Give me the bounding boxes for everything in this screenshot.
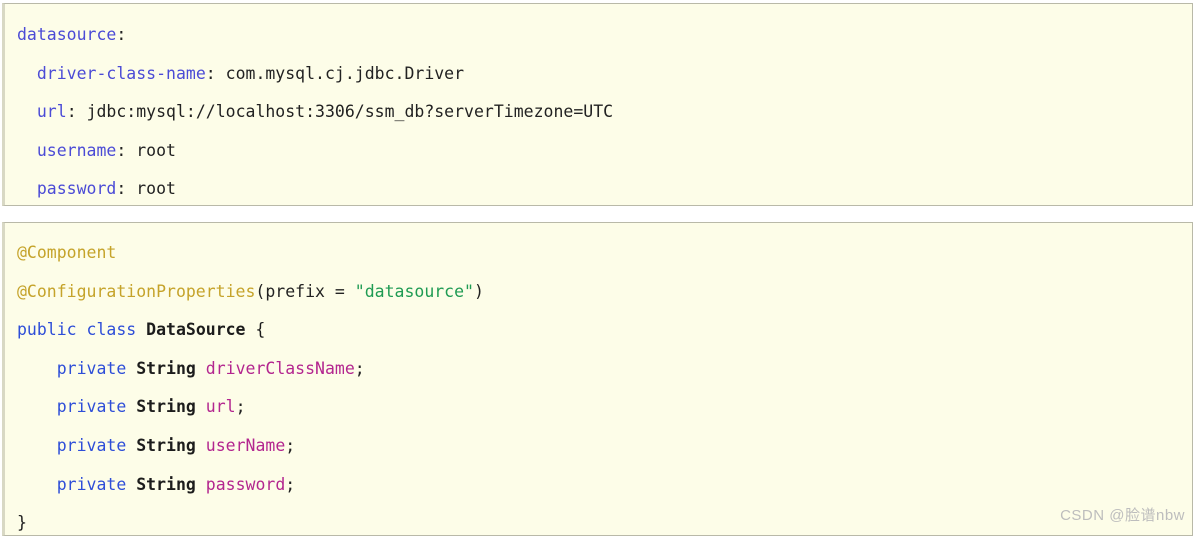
code-line: username: root bbox=[5, 132, 1192, 171]
code-token-type: String bbox=[136, 435, 196, 455]
code-token-field: userName bbox=[205, 435, 286, 455]
code-token-field: url bbox=[205, 397, 236, 417]
code-line: private String url; bbox=[5, 388, 1192, 427]
code-token-punct: : bbox=[116, 179, 137, 199]
code-line: driver-class-name: com.mysql.cj.jdbc.Dri… bbox=[5, 55, 1192, 94]
code-token-type: String bbox=[136, 474, 196, 494]
code-token-type: String bbox=[136, 358, 196, 378]
code-token-yaml-key: datasource bbox=[17, 25, 117, 44]
code-block-yaml-config: datasource: driver-class-name: com.mysql… bbox=[2, 3, 1193, 206]
csdn-watermark: CSDN @脸谱nbw bbox=[1060, 507, 1185, 524]
code-token-punct: ; bbox=[285, 474, 296, 494]
code-token-yaml-key: password bbox=[36, 179, 117, 199]
code-token-yaml-key: url bbox=[36, 102, 67, 122]
code-token-string: "datasource" bbox=[354, 281, 474, 301]
code-token-yaml-key: driver-class-name bbox=[36, 63, 206, 83]
code-line: } bbox=[5, 504, 1192, 535]
code-token-punct: ) bbox=[474, 281, 484, 301]
code-token-punct: ; bbox=[235, 397, 246, 417]
code-line: url: jdbc:mysql://localhost:3306/ssm_db?… bbox=[5, 93, 1192, 132]
code-line: password: root bbox=[5, 170, 1192, 205]
code-token-punct: : bbox=[205, 63, 226, 83]
code-token-punct: ; bbox=[354, 358, 365, 378]
code-token-keyword: private bbox=[56, 397, 127, 417]
code-line: @Component bbox=[5, 234, 1192, 273]
code-token-plain: prefix bbox=[265, 281, 325, 301]
code-line: @ConfigurationProperties(prefix = "datas… bbox=[5, 273, 1192, 312]
code-token-punct: : bbox=[116, 25, 127, 44]
code-token-keyword: class bbox=[86, 320, 137, 340]
code-token-keyword: private bbox=[56, 358, 127, 378]
code-token-keyword: private bbox=[56, 474, 127, 494]
code-token-plain: root bbox=[136, 179, 176, 199]
code-token-punct: ( bbox=[255, 281, 266, 301]
code-line: public class DataSource { bbox=[5, 311, 1192, 350]
code-block-java-class: @Component @ConfigurationProperties(prefi… bbox=[2, 222, 1193, 536]
code-token-keyword: private bbox=[56, 435, 127, 455]
code-token-annotation: @ConfigurationProperties bbox=[17, 281, 256, 301]
code-token-keyword: public bbox=[17, 320, 77, 340]
code-token-plain: com.mysql.cj.jdbc.Driver bbox=[225, 63, 465, 83]
code-token-punct: : bbox=[66, 102, 87, 122]
code-token-punct: : bbox=[116, 140, 137, 160]
code-screenshot-page: datasource: driver-class-name: com.mysql… bbox=[0, 0, 1203, 539]
code-line: datasource: bbox=[5, 16, 1192, 55]
code-token-classname: DataSource bbox=[146, 320, 246, 340]
code-token-field: driverClassName bbox=[205, 358, 355, 378]
code-token-plain: root bbox=[136, 140, 176, 160]
code-line: private String userName; bbox=[5, 427, 1192, 466]
code-token-punct: = bbox=[324, 281, 355, 301]
code-token-field: password bbox=[205, 474, 286, 494]
code-token-punct: ; bbox=[285, 435, 296, 455]
code-token-annotation: @Component bbox=[17, 243, 117, 262]
code-line: private String password; bbox=[5, 466, 1192, 505]
code-token-yaml-key: username bbox=[36, 140, 117, 160]
code-token-brace: { bbox=[245, 320, 266, 340]
code-token-type: String bbox=[136, 397, 196, 417]
code-line: private String driverClassName; bbox=[5, 350, 1192, 389]
code-token-plain: jdbc:mysql://localhost:3306/ssm_db?serve… bbox=[86, 102, 614, 122]
code-token-brace: } bbox=[17, 513, 27, 533]
